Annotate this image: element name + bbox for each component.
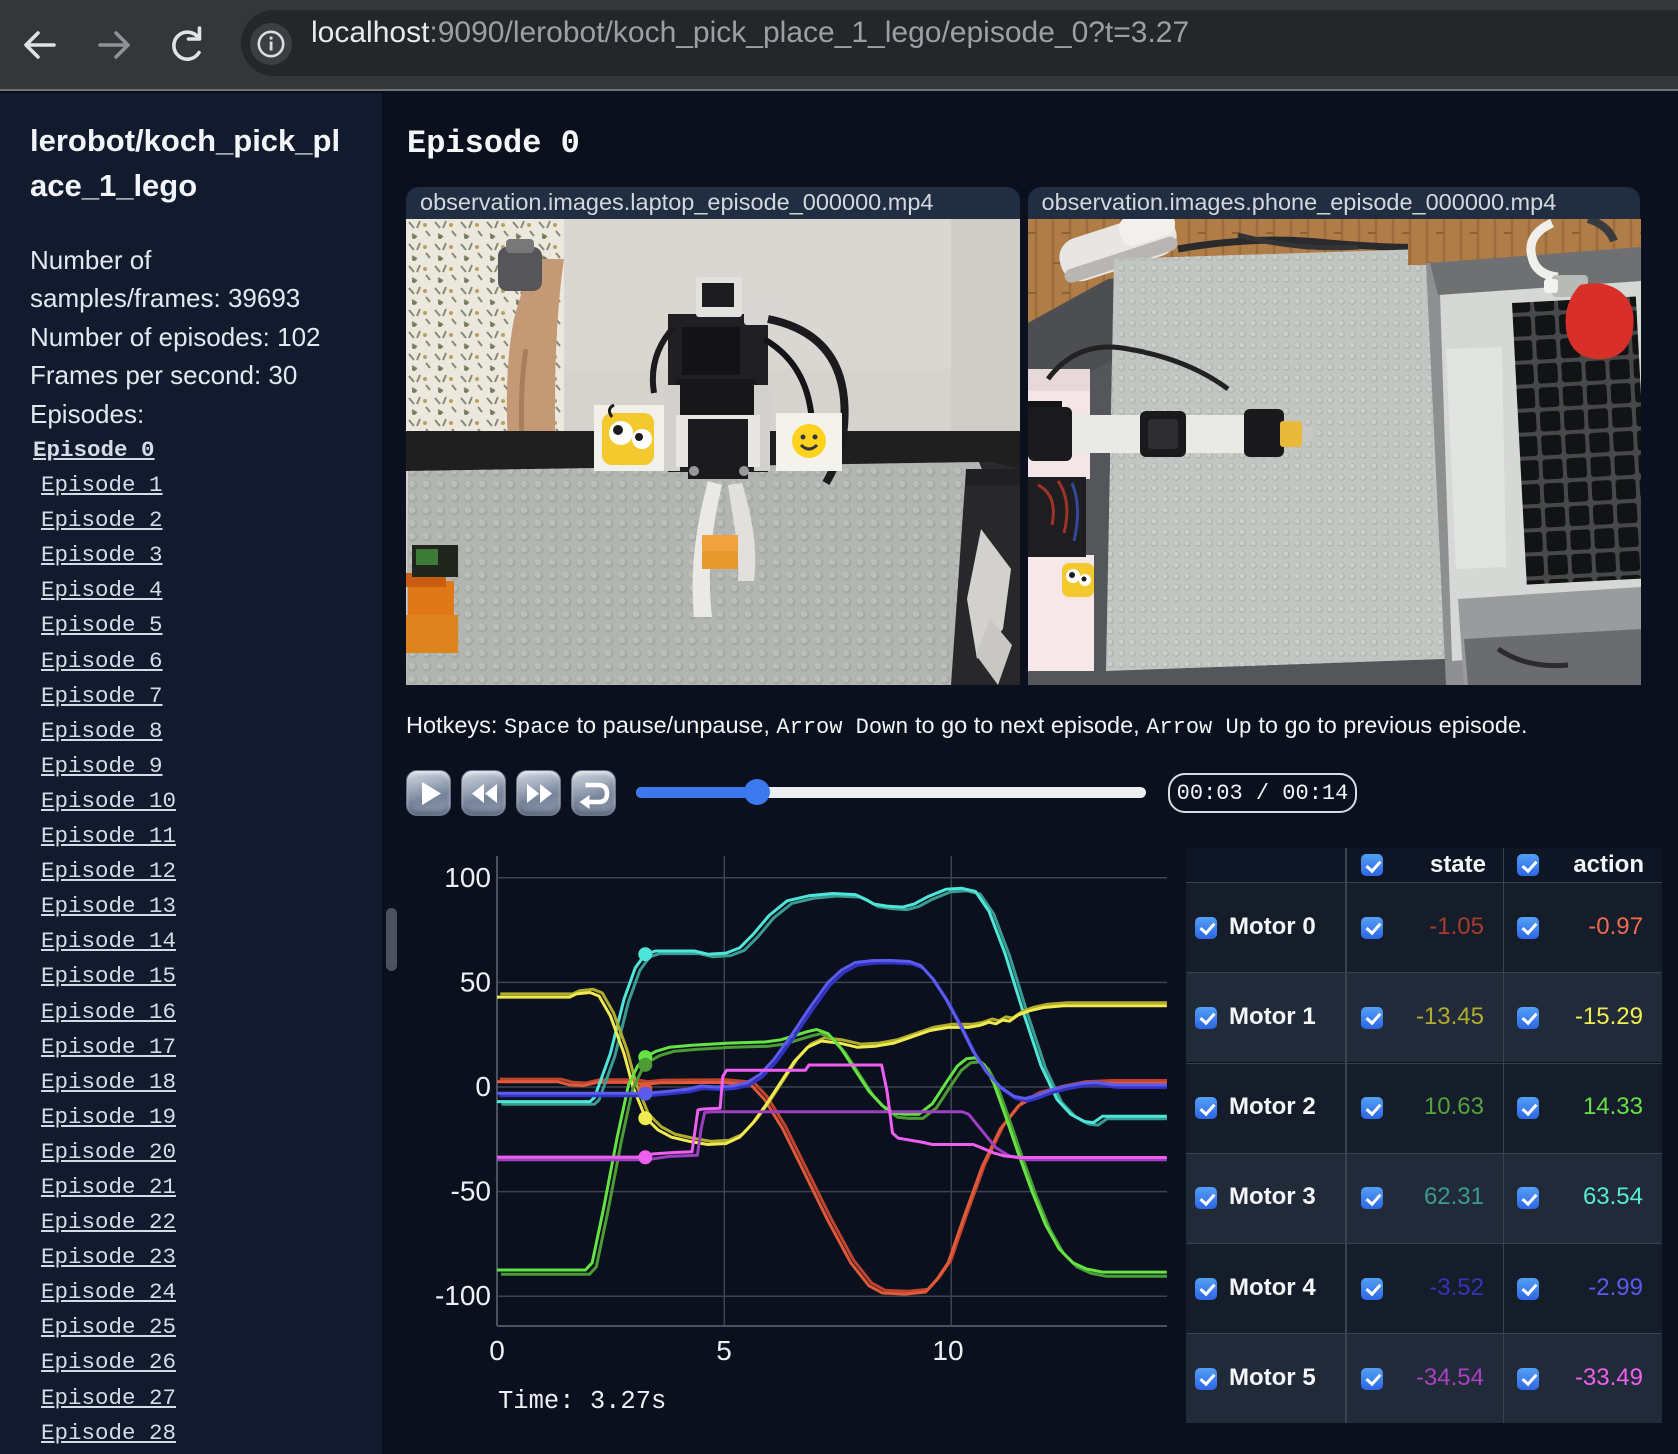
svg-text:Time: 3.27s: Time: 3.27s xyxy=(498,1387,666,1416)
svg-text:10: 10 xyxy=(932,1335,963,1366)
svg-text:5: 5 xyxy=(716,1335,732,1366)
svg-text:0: 0 xyxy=(475,1071,491,1102)
svg-text:0: 0 xyxy=(489,1335,505,1366)
svg-text:50: 50 xyxy=(460,966,491,997)
svg-text:-50: -50 xyxy=(451,1176,491,1207)
svg-text:-100: -100 xyxy=(435,1280,491,1311)
svg-text:100: 100 xyxy=(444,862,491,893)
